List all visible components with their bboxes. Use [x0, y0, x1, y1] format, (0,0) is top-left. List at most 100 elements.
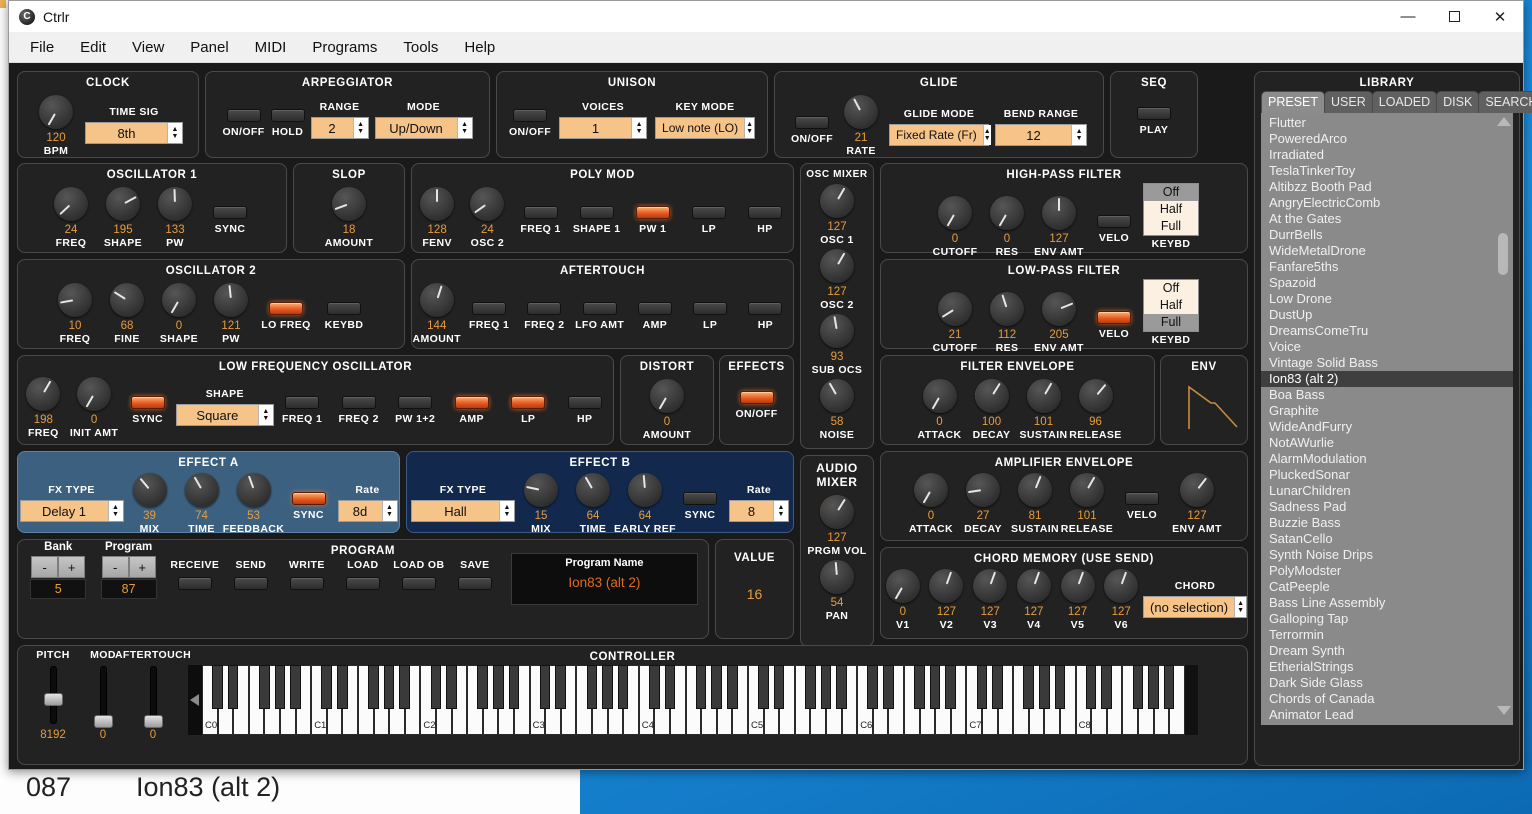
lfo-amp-toggle[interactable]: AMP — [443, 396, 500, 426]
polymod-shape-1-toggle[interactable]: SHAPE 1 — [569, 206, 625, 236]
lfo-shape[interactable]: SHAPE Square ▲ ▼ — [175, 388, 274, 426]
minimize-button[interactable]: — — [1385, 1, 1431, 33]
chevron-updown-icon[interactable]: ▲ ▼ — [982, 125, 991, 145]
osc2-freq-knob[interactable]: 10 FREQ — [49, 281, 101, 346]
toggle-led[interactable] — [327, 302, 361, 315]
chevron-updown-icon[interactable]: ▲ ▼ — [773, 501, 788, 521]
unison-keymode-select[interactable]: Low note (LO) ▲ ▼ — [655, 117, 756, 139]
lfo-pw-1-2-toggle[interactable]: PW 1+2 — [387, 396, 444, 426]
piano-black-key[interactable] — [212, 665, 223, 709]
menu-item-view[interactable]: View — [119, 35, 177, 60]
unison-onoff-toggle[interactable]: ON/OFF — [509, 109, 551, 139]
menu-item-tools[interactable]: Tools — [390, 35, 451, 60]
controller-aftertouch-slider[interactable]: AFTERTOUCH 0 — [115, 649, 191, 742]
toggle-led[interactable] — [567, 396, 602, 409]
glide-onoff-toggle[interactable]: ON/OFF — [791, 116, 833, 146]
hpf-res-knob[interactable]: 0 RES — [981, 194, 1033, 259]
piano-black-key[interactable] — [602, 665, 613, 709]
amp-env-decay-knob[interactable]: 27 DECAY — [957, 471, 1009, 536]
fx-b-rate-select[interactable]: 8 ▲ ▼ — [729, 500, 789, 522]
chord-v2-knob[interactable]: 127 V2 — [925, 567, 969, 632]
program-write-button[interactable]: WRITE — [279, 559, 335, 590]
lpf-env-amt-knob[interactable]: 205 ENV AMT — [1033, 290, 1085, 355]
library-list-item[interactable]: NotAWurlie — [1261, 435, 1513, 451]
piano-black-key[interactable] — [446, 665, 457, 709]
chord-v3-knob[interactable]: 127 V3 — [968, 567, 1012, 632]
fx-a-type[interactable]: FX TYPE Delay 1 ▲ ▼ — [19, 484, 124, 522]
toggle-led[interactable] — [454, 396, 489, 409]
lpf-keybd-option-half[interactable]: Half — [1144, 297, 1198, 314]
toggle-led[interactable] — [285, 396, 320, 409]
library-list-item[interactable]: TeslaTinkerToy — [1261, 163, 1513, 179]
lfo-freq-knob[interactable]: 198 FREQ — [18, 375, 69, 440]
lpf-res-knob[interactable]: 112 RES — [981, 290, 1033, 355]
glide-rate-knob[interactable]: 21 RATE — [839, 93, 883, 158]
piano-black-key[interactable] — [336, 665, 348, 709]
library-list-item[interactable]: Animator Lead — [1261, 707, 1513, 723]
toggle-led[interactable] — [523, 206, 558, 219]
chevron-updown-icon[interactable]: ▲ ▼ — [381, 501, 397, 521]
library-tab-loaded[interactable]: LOADED — [1371, 91, 1438, 113]
chord-select[interactable]: CHORD (no selection) ▲ ▼ — [1143, 580, 1248, 618]
piano-black-key[interactable] — [836, 665, 847, 709]
lpf-keybd-options[interactable]: Off Half Full — [1143, 279, 1199, 332]
fx-b-sync-toggle[interactable]: SYNC — [671, 492, 729, 522]
library-list-item[interactable]: AlarmModulation — [1261, 451, 1513, 467]
menu-item-edit[interactable]: Edit — [67, 35, 119, 60]
library-list-item[interactable]: Voice — [1261, 339, 1513, 355]
piano-black-key[interactable] — [664, 665, 676, 709]
left-arrow-icon[interactable] — [190, 694, 199, 706]
library-list-item[interactable]: Flutter — [1261, 115, 1513, 131]
fx-b-mix-knob[interactable]: 15 MIX — [515, 471, 567, 536]
chord-v5-knob[interactable]: 127 V5 — [1056, 567, 1100, 632]
chevron-updown-icon[interactable]: ▲ ▼ — [107, 501, 123, 521]
library-list-item[interactable]: WideAndFurry — [1261, 419, 1513, 435]
fx-b-rate[interactable]: Rate 8 ▲ ▼ — [729, 484, 789, 522]
library-list-item[interactable]: Ion83 (alt 2) — [1261, 371, 1513, 387]
controller-mod-slider[interactable]: MOD 0 — [78, 649, 128, 742]
menu-item-file[interactable]: File — [17, 35, 67, 60]
slop-amount-knob[interactable]: 18 AMOUNT — [323, 185, 375, 250]
piano-black-key[interactable] — [1023, 665, 1034, 709]
toggle-led[interactable] — [747, 206, 782, 219]
piano-black-key[interactable] — [508, 665, 520, 709]
fx-a-sync-toggle[interactable]: SYNC — [280, 492, 338, 522]
library-list-item[interactable]: Spazoid — [1261, 275, 1513, 291]
bank-stepper[interactable]: Bank - + 5 — [28, 541, 88, 599]
menu-item-midi[interactable]: MIDI — [242, 35, 300, 60]
polymod-freq-1-toggle[interactable]: FREQ 1 — [513, 206, 569, 236]
library-list-item[interactable]: Dream Synth — [1261, 643, 1513, 659]
library-list-item[interactable]: Boa Bass — [1261, 387, 1513, 403]
library-scrollbar[interactable] — [1497, 113, 1511, 725]
fx-a-type-select[interactable]: Delay 1 ▲ ▼ — [19, 500, 124, 522]
toggle-led[interactable] — [527, 302, 562, 315]
arp-hold-toggle[interactable]: HOLD — [270, 109, 305, 139]
bank-minus-button[interactable]: - — [31, 556, 59, 578]
filter-env-attack-knob[interactable]: 0 ATTACK — [914, 377, 966, 442]
toggle-led[interactable] — [270, 109, 305, 122]
button-led[interactable] — [401, 577, 436, 590]
toggle-led[interactable] — [513, 109, 547, 122]
aftertouch-hp-toggle[interactable]: HP — [738, 302, 793, 332]
toggle-led[interactable] — [398, 396, 433, 409]
fx-b-early-ref-knob[interactable]: 64 EARLY REF — [614, 471, 676, 536]
hpf-keybd-option-full[interactable]: Full — [1144, 218, 1198, 235]
osc2-keybd-toggle[interactable]: KEYBD — [315, 302, 373, 332]
lpf-keybd-option-full[interactable]: Full — [1144, 314, 1198, 331]
clock-timesig[interactable]: TIME SIG 8th ▲ ▼ — [85, 106, 183, 144]
library-list-item[interactable]: Galloping Tap — [1261, 611, 1513, 627]
piano-black-key[interactable] — [1132, 665, 1144, 709]
hpf-keybd-option-half[interactable]: Half — [1144, 201, 1198, 218]
library-tab-search[interactable]: SEARCH — [1478, 91, 1532, 113]
osc2-fine-knob[interactable]: 68 FINE — [101, 281, 153, 346]
arp-onoff-toggle[interactable]: ON/OFF — [222, 109, 264, 139]
scroll-down-arrow-icon[interactable] — [1497, 706, 1511, 715]
osc1-shape-knob[interactable]: 195 SHAPE — [97, 185, 149, 250]
aftertouch-amount-knob[interactable]: 144 AMOUNT — [412, 281, 462, 346]
bank-plus-button[interactable]: + — [58, 556, 86, 578]
piano-black-key[interactable] — [477, 665, 488, 709]
button-led[interactable] — [177, 577, 212, 590]
lpf-keybd[interactable]: Off Half Full KEYBD — [1143, 279, 1199, 347]
toggle-led[interactable] — [1097, 311, 1131, 324]
polymod-pw-1-toggle[interactable]: PW 1 — [625, 206, 681, 236]
